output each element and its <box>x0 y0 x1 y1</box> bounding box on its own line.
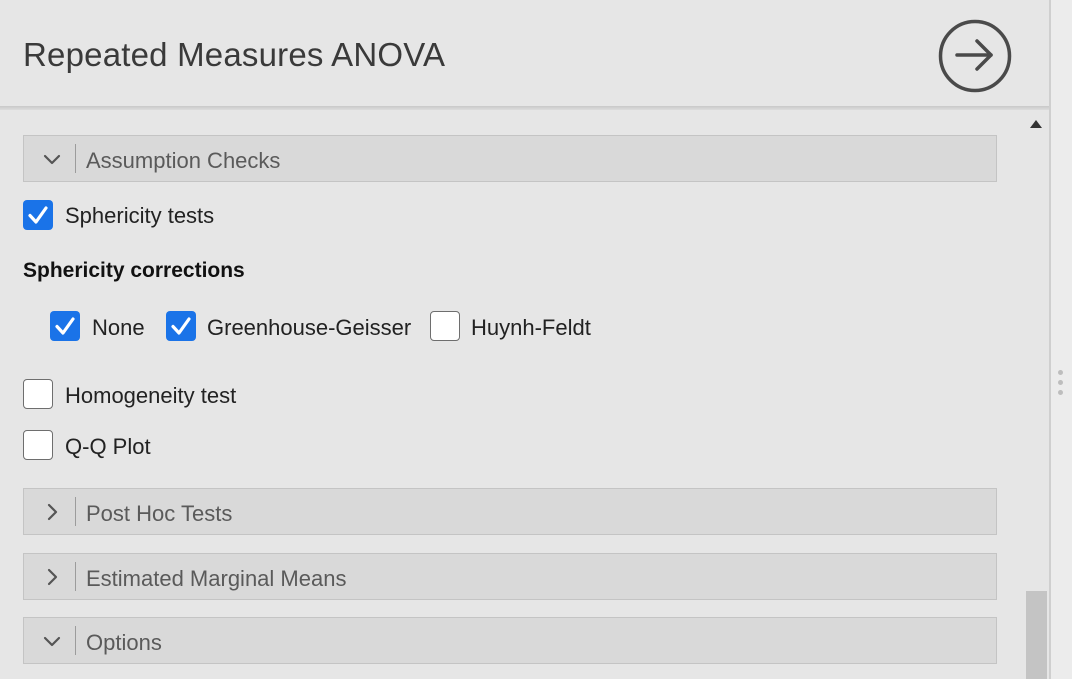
chevron-right-icon <box>47 568 58 586</box>
chevron-down-icon <box>43 636 61 647</box>
section-separator <box>75 144 76 173</box>
qq-plot-checkbox[interactable] <box>23 430 53 460</box>
section-separator <box>75 626 76 655</box>
correction-none-checkbox[interactable] <box>50 311 80 341</box>
checkmark-icon <box>28 206 48 224</box>
chevron-down-icon <box>43 154 61 165</box>
sphericity-tests-checkbox[interactable] <box>23 200 53 230</box>
section-label: Assumption Checks <box>86 148 281 173</box>
section-post-hoc-tests[interactable]: Post Hoc Tests <box>23 488 997 535</box>
sphericity-tests-label: Sphericity tests <box>65 203 215 228</box>
homogeneity-test-checkbox[interactable] <box>23 379 53 409</box>
grip-dot <box>1058 380 1063 385</box>
sphericity-corrections-heading: Sphericity corrections <box>23 259 245 282</box>
header-divider <box>0 106 1050 110</box>
correction-huynh-feldt-label: Huynh-Feldt <box>471 315 591 340</box>
checkmark-icon <box>55 317 75 335</box>
correction-greenhouse-geisser-label: Greenhouse-Geisser <box>207 315 412 340</box>
scroll-up-arrow-icon[interactable] <box>1029 119 1043 129</box>
section-label: Options <box>86 630 162 655</box>
checkmark-icon <box>171 317 191 335</box>
resize-handle[interactable] <box>1051 0 1072 679</box>
grip-dot <box>1058 370 1063 375</box>
run-analysis-button[interactable] <box>938 19 1012 93</box>
section-separator <box>75 497 76 526</box>
section-separator <box>75 562 76 591</box>
section-options[interactable]: Options <box>23 617 997 664</box>
section-estimated-marginal-means[interactable]: Estimated Marginal Means <box>23 553 997 600</box>
correction-huynh-feldt-checkbox[interactable] <box>430 311 460 341</box>
homogeneity-test-label: Homogeneity test <box>65 383 237 408</box>
arrow-right-circle-icon <box>938 19 1012 93</box>
grip-dot <box>1058 390 1063 395</box>
section-label: Estimated Marginal Means <box>86 566 347 591</box>
section-assumption-checks[interactable]: Assumption Checks <box>23 135 997 182</box>
correction-none-label: None <box>92 315 145 340</box>
scrollbar-thumb[interactable] <box>1026 591 1047 679</box>
qq-plot-label: Q-Q Plot <box>65 434 151 459</box>
page-title: Repeated Measures ANOVA <box>23 36 446 73</box>
chevron-right-icon <box>47 503 58 521</box>
correction-greenhouse-geisser-checkbox[interactable] <box>166 311 196 341</box>
section-label: Post Hoc Tests <box>86 501 233 526</box>
